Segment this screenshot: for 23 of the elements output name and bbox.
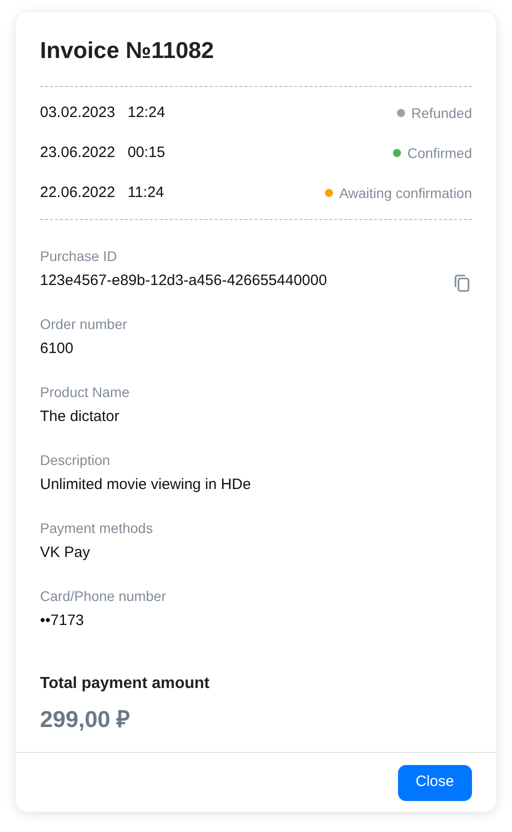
field-value: ••7173 [40, 611, 84, 630]
field-label: Product Name [40, 384, 130, 401]
date-time: 22.06.2022 11:24 [40, 182, 164, 203]
field-value: The dictator [40, 407, 120, 426]
total-amount: 299,00 ₽ [40, 705, 131, 734]
invoice-title: Invoice №11082 [40, 36, 215, 64]
status-label: Confirmed [407, 144, 472, 162]
total-label: Total payment amount [40, 674, 210, 694]
field-label: Purchase ID [40, 248, 118, 265]
status-label: Awaiting confirmation [339, 184, 472, 203]
field-value: VK Pay [40, 543, 90, 562]
date-time: 03.02.2023 12:24 [40, 102, 166, 123]
field-value: 6100 [40, 339, 74, 358]
close-button[interactable]: Close [398, 764, 472, 800]
status-label: Refunded [411, 104, 472, 122]
field-label: Description [40, 452, 112, 469]
field-value: 123e4567-e89b-12d3-a456-426655440000 [40, 271, 327, 290]
copy-icon[interactable] [454, 274, 470, 292]
field-label: Payment methods [40, 520, 154, 537]
field-label: Card/Phone number [40, 588, 168, 605]
field-label: Order number [40, 316, 128, 333]
date-time: 23.06.2022 00:15 [40, 142, 166, 163]
field-value: Unlimited movie viewing in HDe [40, 475, 251, 494]
